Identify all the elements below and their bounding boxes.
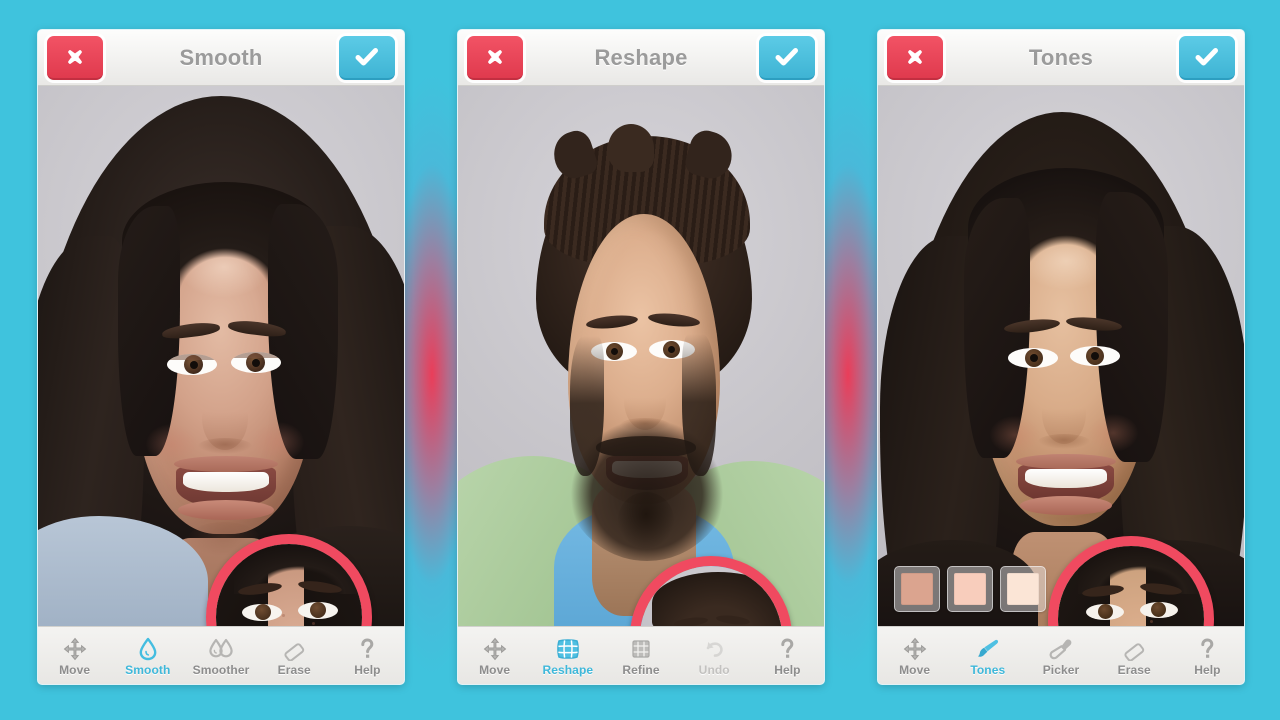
check-icon — [1195, 48, 1218, 66]
photo-stage-tones[interactable] — [878, 86, 1244, 626]
tool-undo[interactable]: Undo — [678, 627, 751, 684]
panel-header-reshape: Reshape — [458, 30, 824, 86]
panel-header-tones: Tones — [878, 30, 1244, 86]
x-icon — [68, 50, 82, 64]
before-preview-loupe[interactable] — [630, 556, 792, 626]
cancel-button[interactable] — [467, 36, 523, 80]
tool-label: Help — [1194, 662, 1221, 677]
question-mark-icon — [1195, 635, 1219, 661]
toolbar-smooth: Move Smooth Smoother Erase Help — [38, 626, 404, 684]
tool-label: Tones — [970, 662, 1006, 677]
tool-tones[interactable]: Tones — [951, 627, 1024, 684]
toolbar-reshape: Move Reshape Refine Undo Help — [458, 626, 824, 684]
tool-label: Reshape — [542, 662, 594, 677]
fine-grid-icon — [629, 635, 653, 661]
move-arrows-icon — [483, 635, 507, 661]
cancel-button[interactable] — [887, 36, 943, 80]
tone-swatch-medium[interactable] — [894, 566, 940, 612]
warp-grid-icon — [555, 635, 581, 661]
toolbar-tones: Move Tones Picker Erase Help — [878, 626, 1244, 684]
tone-chip — [901, 573, 933, 605]
tool-label: Refine — [622, 662, 660, 677]
check-icon — [775, 48, 798, 66]
panel-tones: Tones Move Tones Picker Erase Help — [878, 30, 1244, 684]
tool-picker[interactable]: Picker — [1024, 627, 1097, 684]
tool-label: Smooth — [125, 662, 171, 677]
move-arrows-icon — [63, 635, 87, 661]
tool-refine[interactable]: Refine — [604, 627, 677, 684]
tool-erase[interactable]: Erase — [258, 627, 331, 684]
double-droplet-icon — [207, 635, 235, 661]
accept-button[interactable] — [339, 36, 395, 80]
page-title: Reshape — [594, 44, 688, 70]
tool-erase[interactable]: Erase — [1098, 627, 1171, 684]
tool-reshape[interactable]: Reshape — [531, 627, 604, 684]
page-title: Tones — [1028, 44, 1094, 70]
tool-help[interactable]: Help — [331, 627, 404, 684]
tone-swatch-fair[interactable] — [1000, 566, 1046, 612]
tool-label: Picker — [1042, 662, 1080, 677]
tool-label: Erase — [1117, 662, 1151, 677]
tone-chip — [954, 573, 986, 605]
before-preview-loupe[interactable] — [1048, 536, 1214, 626]
photo-stage-smooth[interactable] — [38, 86, 404, 626]
cancel-button[interactable] — [47, 36, 103, 80]
photo-tones — [878, 86, 1244, 626]
tool-smooth[interactable]: Smooth — [111, 627, 184, 684]
tool-label: Erase — [277, 662, 311, 677]
tool-move[interactable]: Move — [458, 627, 531, 684]
tone-swatch-tray — [890, 562, 1050, 616]
tool-help[interactable]: Help — [751, 627, 824, 684]
page-title: Smooth — [179, 44, 263, 70]
before-preview-loupe[interactable] — [206, 534, 372, 626]
question-mark-icon — [775, 635, 799, 661]
tool-help[interactable]: Help — [1171, 627, 1244, 684]
tool-label: Help — [354, 662, 381, 677]
tone-swatch-light[interactable] — [947, 566, 993, 612]
tool-move[interactable]: Move — [878, 627, 951, 684]
check-icon — [355, 48, 378, 66]
question-mark-icon — [355, 635, 379, 661]
tool-label: Move — [899, 662, 931, 677]
panel-smooth: Smooth Move Smooth Smoother Erase Help — [38, 30, 404, 684]
tool-label: Move — [59, 662, 91, 677]
accept-button[interactable] — [759, 36, 815, 80]
tool-smoother[interactable]: Smoother — [184, 627, 257, 684]
eraser-icon — [282, 635, 306, 661]
brush-icon — [975, 635, 1001, 661]
undo-arrow-icon — [702, 635, 726, 661]
eraser-icon — [1122, 635, 1146, 661]
photo-reshape — [458, 86, 824, 626]
tool-label: Move — [479, 662, 511, 677]
droplet-icon — [136, 635, 160, 661]
tone-chip — [1007, 573, 1039, 605]
tool-label: Help — [774, 662, 801, 677]
tool-label: Smoother — [192, 662, 250, 677]
tool-move[interactable]: Move — [38, 627, 111, 684]
move-arrows-icon — [903, 635, 927, 661]
panel-header-smooth: Smooth — [38, 30, 404, 86]
x-icon — [908, 50, 922, 64]
eyedropper-icon — [1048, 635, 1074, 661]
panel-reshape: Reshape Move Reshape Refine Undo Help — [458, 30, 824, 684]
tool-label: Undo — [698, 662, 730, 677]
accept-button[interactable] — [1179, 36, 1235, 80]
photo-stage-reshape[interactable] — [458, 86, 824, 626]
x-icon — [488, 50, 502, 64]
